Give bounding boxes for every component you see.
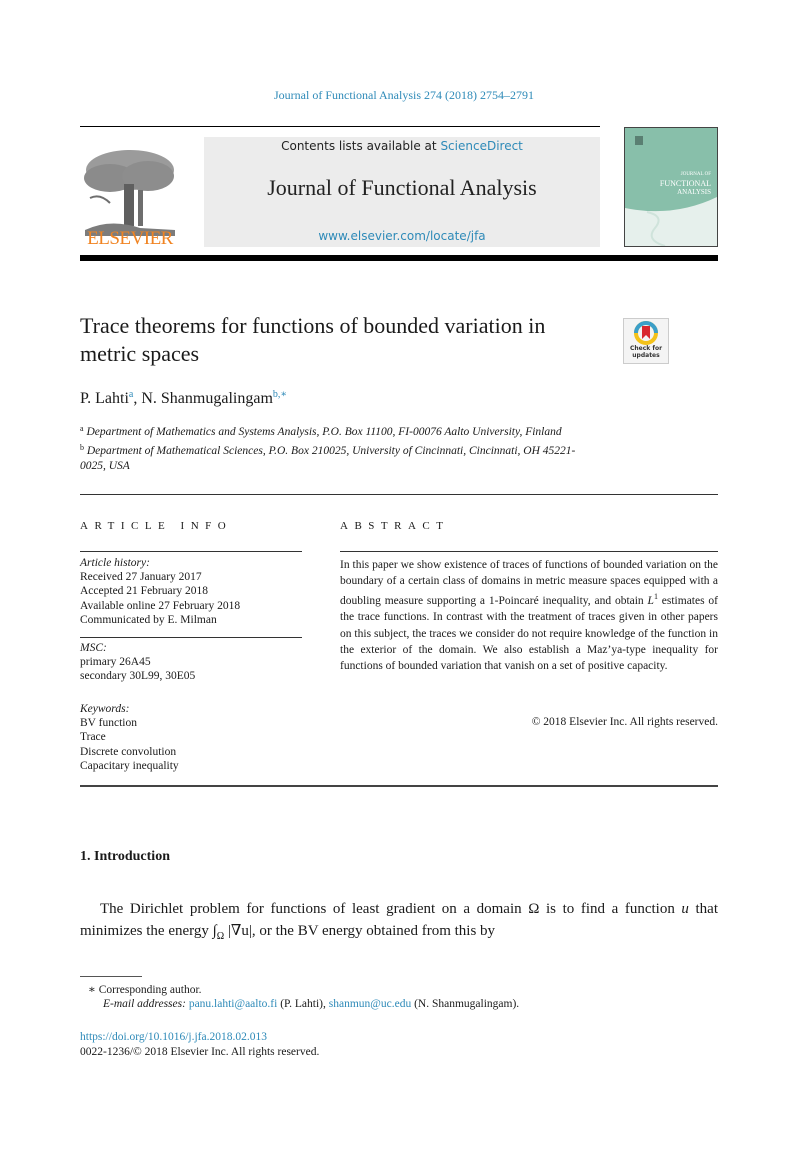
section-rule [80, 494, 718, 495]
keyword-item: Discrete convolution [80, 745, 177, 758]
footnote-marker: ∗ [88, 984, 96, 996]
email-link[interactable]: shanmun@uc.edu [329, 998, 411, 1010]
article-history: Article history: Received 27 January 201… [80, 556, 302, 627]
author-affil-link[interactable]: a [129, 389, 133, 400]
affiliation-item: b Department of Mathematical Sciences, P… [80, 440, 600, 474]
cover-title-line1: JOURNAL OF [680, 172, 711, 177]
msc-item: secondary 30L99, 30E05 [80, 670, 196, 683]
math-variable: u [681, 901, 689, 917]
msc-label: MSC: [80, 642, 107, 654]
paragraph-text: The Dirichlet problem for functions of l… [100, 901, 682, 917]
masthead-thick-rule [80, 255, 718, 261]
article-title: Trace theorems for functions of bounded … [80, 313, 546, 366]
email-label: E-mail addresses: [103, 998, 186, 1010]
contents-line: Contents lists available at ScienceDirec… [204, 139, 600, 153]
keyword-item: Trace [80, 731, 106, 744]
affiliations: a Department of Mathematics and Systems … [80, 421, 600, 474]
footnote-corresponding: ∗ Corresponding author. [88, 982, 202, 996]
footnote-emails: E-mail addresses: panu.lahti@aalto.fi (P… [103, 998, 519, 1010]
author-name[interactable]: N. Shanmugalingam [141, 390, 273, 407]
masthead: Contents lists available at ScienceDirec… [204, 137, 600, 247]
section-heading: 1. Introduction [80, 849, 170, 864]
cover-title-line2: FUNCTIONAL [659, 179, 711, 188]
affiliation-marker: a [80, 424, 84, 433]
article-info-rule [80, 637, 302, 638]
history-label: Article history: [80, 557, 150, 569]
keywords-label: Keywords: [80, 703, 130, 715]
email-link[interactable]: panu.lahti@aalto.fi [189, 998, 278, 1010]
doi-link[interactable]: https://doi.org/10.1016/j.jfa.2018.02.01… [80, 1031, 267, 1043]
email-owner: (P. Lahti), [277, 998, 329, 1010]
sciencedirect-link[interactable]: ScienceDirect [440, 139, 522, 153]
email-owner: (N. Shanmugalingam). [411, 998, 520, 1010]
journal-cover-image: JOURNAL OF FUNCTIONAL ANALYSIS [624, 127, 718, 247]
elsevier-wordmark: ELSEVIER [87, 228, 173, 249]
history-item: Available online 27 February 2018 [80, 599, 241, 612]
keywords-block: Keywords: BV function Trace Discrete con… [80, 702, 179, 773]
abstract-heading: ABSTRACT [340, 520, 450, 532]
history-item: Accepted 21 February 2018 [80, 585, 209, 598]
keyword-item: Capacitary inequality [80, 759, 179, 772]
abstract-copyright: © 2018 Elsevier Inc. All rights reserved… [531, 716, 718, 728]
article-info-rule [80, 551, 302, 552]
top-rule [80, 126, 600, 127]
affiliation-marker: b [80, 443, 84, 452]
section-rule [80, 785, 718, 787]
running-head[interactable]: Journal of Functional Analysis 274 (2018… [0, 88, 808, 103]
abstract-rule [340, 551, 718, 552]
journal-url-link[interactable]: www.elsevier.com/locate/jfa [204, 229, 600, 243]
issn-line: 0022-1236/© 2018 Elsevier Inc. All right… [80, 1046, 320, 1058]
history-item: Received 27 January 2017 [80, 571, 202, 584]
paragraph-text: |∇u|, or the BV energy obtained from thi… [224, 923, 496, 939]
journal-name: Journal of Functional Analysis [267, 175, 537, 200]
cover-title-line3: ANALYSIS [677, 188, 711, 196]
footnote-rule [80, 976, 142, 977]
msc-item: primary 26A45 [80, 656, 151, 669]
crossmark-icon [634, 321, 658, 345]
article-info-heading: ARTICLE INFO [80, 520, 233, 532]
contents-prefix: Contents lists available at [281, 139, 441, 153]
crossmark-line2: updates [632, 352, 660, 359]
history-item: Communicated by E. Milman [80, 613, 217, 626]
author-affil-link[interactable]: b,∗ [273, 389, 287, 400]
author-name[interactable]: P. Lahti [80, 390, 129, 407]
affiliation-text: Department of Mathematics and Systems An… [86, 426, 562, 438]
intro-paragraph: The Dirichlet problem for functions of l… [80, 898, 718, 948]
msc-block: MSC: primary 26A45 secondary 30L99, 30E0… [80, 641, 195, 684]
abstract-text: In this paper we show existence of trace… [340, 557, 718, 674]
crossmark-line1: Check for [629, 345, 663, 352]
affiliation-text: Department of Mathematical Sciences, P.O… [80, 445, 576, 472]
keyword-item: BV function [80, 717, 137, 730]
footnote-text: Corresponding author. [98, 984, 202, 996]
authors: P. Lahtia, N. Shanmugalingamb,∗ [80, 389, 288, 407]
affiliation-item: a Department of Mathematics and Systems … [80, 421, 600, 440]
check-for-updates-button[interactable]: Check for updates [623, 318, 669, 364]
